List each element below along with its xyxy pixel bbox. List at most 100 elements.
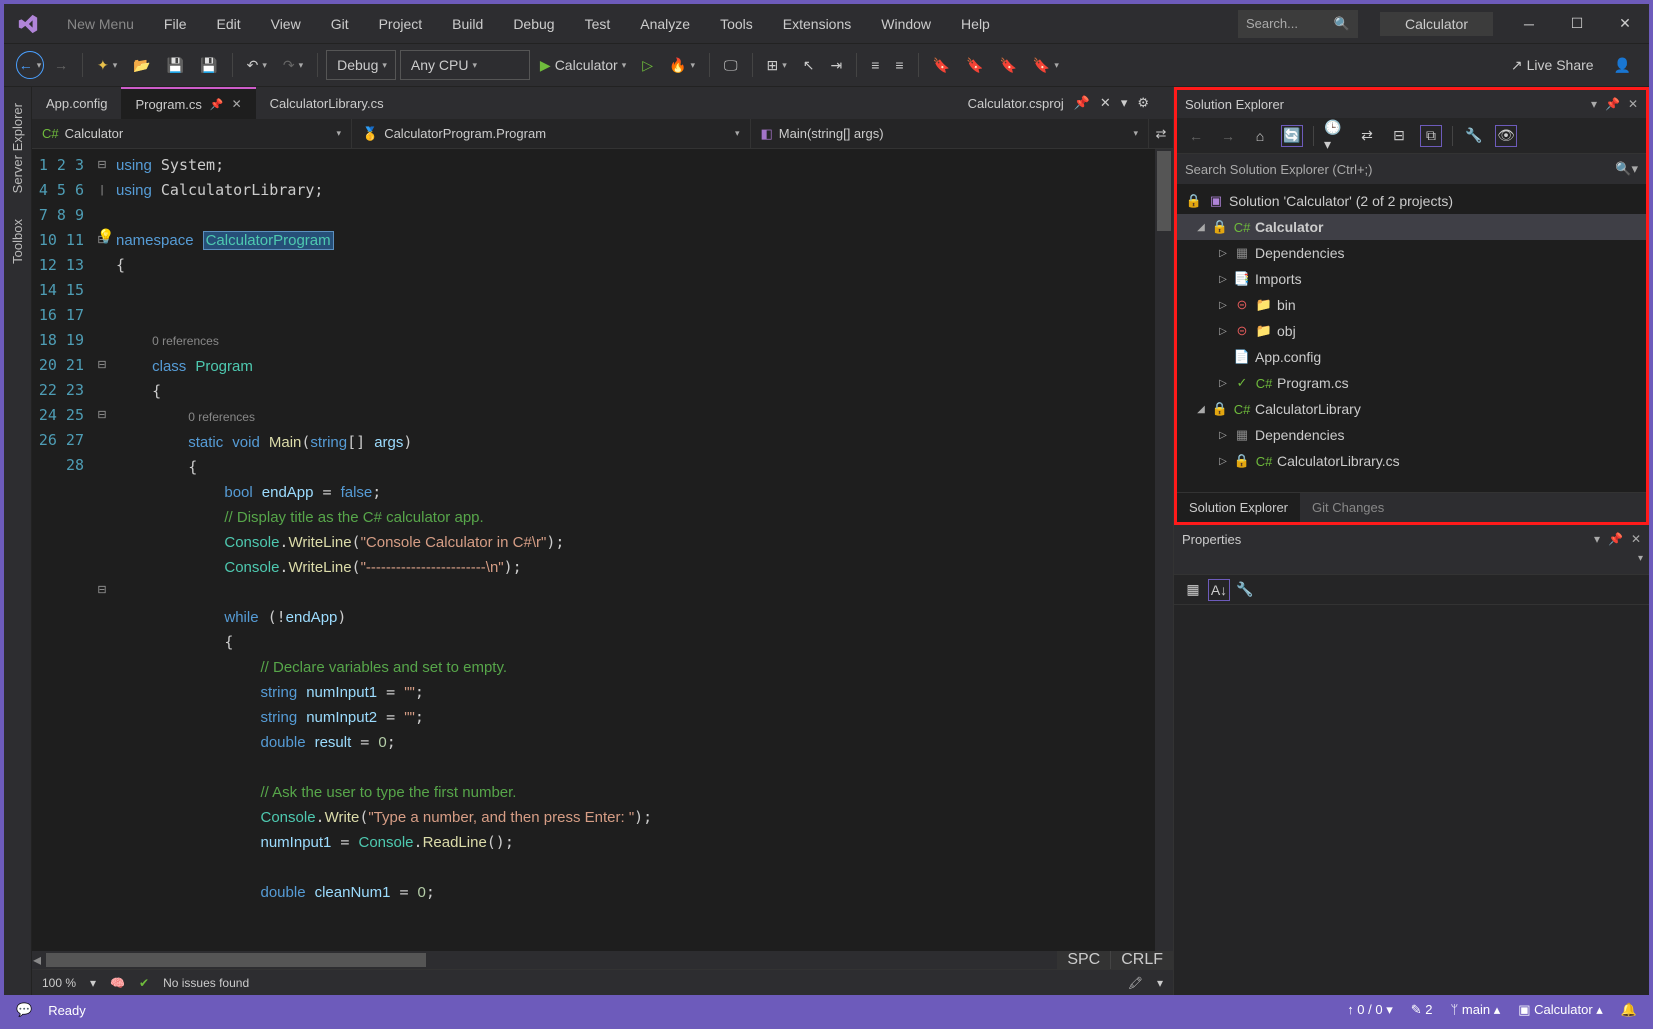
- menu-test[interactable]: Test: [570, 4, 626, 43]
- wrench-icon[interactable]: 🔧: [1463, 125, 1485, 147]
- live-share-button[interactable]: ↗ Live Share: [1505, 50, 1600, 80]
- toolbox-tab[interactable]: Toolbox: [8, 213, 27, 270]
- zoom-dropdown-icon[interactable]: ▾: [90, 976, 96, 990]
- zoom-level[interactable]: 100 %: [42, 976, 76, 990]
- node-calc-library-cs[interactable]: ▷🔒C#CalculatorLibrary.cs: [1177, 448, 1646, 474]
- node-bin[interactable]: ▷⊝📁bin: [1177, 292, 1646, 318]
- bookmark-next-button[interactable]: 🔖: [993, 50, 1022, 80]
- highlighter-icon[interactable]: 🖍: [1128, 976, 1143, 990]
- project-calculator[interactable]: ◢🔒C#Calculator: [1177, 214, 1646, 240]
- bookmark-clear-button[interactable]: 🔖: [1027, 50, 1065, 80]
- save-button[interactable]: 💾: [161, 50, 190, 80]
- align-right-button[interactable]: ≡: [889, 50, 909, 80]
- solution-node[interactable]: 🔒▣Solution 'Calculator' (2 of 2 projects…: [1177, 188, 1646, 214]
- brain-icon[interactable]: 🧠: [110, 976, 125, 990]
- close-icon[interactable]: ✕: [1631, 532, 1641, 546]
- tab-git-changes[interactable]: Git Changes: [1300, 493, 1396, 522]
- open-file-button[interactable]: 📂: [127, 50, 156, 80]
- bookmark-button[interactable]: 🔖: [927, 50, 956, 80]
- node-imports[interactable]: ▷📑Imports: [1177, 266, 1646, 292]
- layout-button[interactable]: ⊞: [761, 50, 793, 80]
- pin-icon[interactable]: 📌: [1605, 97, 1620, 111]
- undo-button[interactable]: ↶: [241, 50, 273, 80]
- node-appconfig[interactable]: 📄App.config: [1177, 344, 1646, 370]
- tabs-dropdown-icon[interactable]: ▾: [1121, 95, 1128, 111]
- lightbulb-icon[interactable]: 💡: [97, 228, 114, 245]
- highlighter-dropdown-icon[interactable]: ▾: [1157, 976, 1163, 990]
- menu-help[interactable]: Help: [946, 4, 1005, 43]
- menu-debug[interactable]: Debug: [498, 4, 569, 43]
- collapse-icon[interactable]: ⊟: [1388, 125, 1410, 147]
- cursor-icon[interactable]: ↖: [797, 50, 821, 80]
- indent-button[interactable]: ⇥: [825, 50, 849, 80]
- alpha-icon[interactable]: A↓: [1208, 579, 1230, 601]
- home-icon[interactable]: ⌂: [1249, 125, 1271, 147]
- node-obj[interactable]: ▷⊝📁obj: [1177, 318, 1646, 344]
- horizontal-scrollbar[interactable]: ◂ SPC CRLF: [32, 951, 1173, 969]
- menu-view[interactable]: View: [256, 4, 316, 43]
- server-explorer-tab[interactable]: Server Explorer: [8, 97, 27, 199]
- browser-button[interactable]: 🖵: [718, 50, 744, 80]
- nav-project-combo[interactable]: C#Calculator: [32, 119, 352, 148]
- ed-spc[interactable]: SPC: [1057, 951, 1110, 969]
- prop-context-dropdown[interactable]: ▾: [1174, 553, 1649, 575]
- menu-analyze[interactable]: Analyze: [625, 4, 705, 43]
- ed-crlf[interactable]: CRLF: [1110, 951, 1173, 969]
- status-project[interactable]: ▣ Calculator ▴: [1518, 1002, 1603, 1018]
- sync-icon[interactable]: ⇄: [1356, 125, 1378, 147]
- close-icon[interactable]: ✕: [1100, 95, 1111, 111]
- menu-new[interactable]: New Menu: [52, 4, 149, 43]
- start-debug-button[interactable]: ▶ Calculator: [534, 50, 632, 80]
- redo-button[interactable]: ↷: [277, 50, 309, 80]
- sol-explorer-search[interactable]: Search Solution Explorer (Ctrl+;) 🔍▾: [1177, 154, 1646, 184]
- show-all-icon[interactable]: ⧉: [1420, 125, 1442, 147]
- menu-window[interactable]: Window: [866, 4, 946, 43]
- nav-fwd-icon[interactable]: →: [1217, 125, 1239, 147]
- minimize-button[interactable]: ─: [1505, 4, 1553, 43]
- account-icon[interactable]: 👤: [1608, 50, 1637, 80]
- solution-tree[interactable]: 🔒▣Solution 'Calculator' (2 of 2 projects…: [1177, 184, 1646, 492]
- nav-method-combo[interactable]: ◧Main(string[] args): [751, 119, 1150, 148]
- maximize-button[interactable]: ☐: [1553, 4, 1601, 43]
- gear-icon[interactable]: ⚙: [1137, 95, 1149, 111]
- menu-extensions[interactable]: Extensions: [768, 4, 866, 43]
- align-left-button[interactable]: ≡: [865, 50, 885, 80]
- wrench-icon[interactable]: 🔧: [1234, 579, 1256, 601]
- menu-tools[interactable]: Tools: [705, 4, 768, 43]
- status-errors[interactable]: ↑ 0 / 0 ▾: [1347, 1002, 1393, 1018]
- platform-combo[interactable]: Any CPU: [400, 50, 530, 80]
- node-dependencies[interactable]: ▷▦Dependencies: [1177, 240, 1646, 266]
- menu-edit[interactable]: Edit: [201, 4, 255, 43]
- categorized-icon[interactable]: ▦: [1182, 579, 1204, 601]
- code-text[interactable]: using System; using CalculatorLibrary; n…: [112, 149, 1155, 951]
- nav-fwd-button[interactable]: →: [48, 50, 74, 80]
- status-branch[interactable]: ᛘ main ▴: [1450, 1002, 1500, 1018]
- history-icon[interactable]: 🕒▾: [1324, 125, 1346, 147]
- tab-calc-library[interactable]: CalculatorLibrary.cs: [256, 87, 398, 119]
- new-item-button[interactable]: ✦: [91, 50, 123, 80]
- status-edits[interactable]: ✎ 2: [1411, 1002, 1433, 1018]
- panel-dropdown-icon[interactable]: ▾: [1594, 532, 1600, 546]
- menu-git[interactable]: Git: [316, 4, 364, 43]
- tab-program-cs[interactable]: Program.cs📌✕: [121, 87, 255, 119]
- bookmark-prev-button[interactable]: 🔖: [960, 50, 989, 80]
- project-calc-library[interactable]: ◢🔒C#CalculatorLibrary: [1177, 396, 1646, 422]
- hot-reload-button[interactable]: 🔥: [663, 50, 701, 80]
- vertical-scrollbar[interactable]: [1155, 149, 1173, 951]
- tab-calc-csproj[interactable]: Calculator.csproj: [968, 96, 1064, 111]
- code-editor[interactable]: 💡 1 2 3 4 5 6 7 8 9 10 11 12 13 14 15 16…: [32, 149, 1173, 951]
- close-icon[interactable]: ✕: [1628, 97, 1638, 111]
- config-combo[interactable]: Debug: [326, 50, 396, 80]
- search-box[interactable]: Search... 🔍: [1238, 10, 1358, 38]
- preview-icon[interactable]: 👁: [1495, 125, 1517, 147]
- close-button[interactable]: ✕: [1601, 4, 1649, 43]
- pin-icon[interactable]: 📌: [210, 98, 224, 111]
- output-icon[interactable]: 💬: [16, 1002, 32, 1018]
- pin-icon[interactable]: 📌: [1074, 95, 1090, 111]
- menu-project[interactable]: Project: [364, 4, 438, 43]
- panel-dropdown-icon[interactable]: ▾: [1591, 97, 1597, 111]
- start-nodebug-button[interactable]: ▷: [636, 50, 659, 80]
- bell-icon[interactable]: 🔔: [1621, 1002, 1637, 1018]
- switch-views-icon[interactable]: 🔄: [1281, 125, 1303, 147]
- fold-gutter[interactable]: ⊟|⊟⊟⊟⊟: [92, 149, 112, 951]
